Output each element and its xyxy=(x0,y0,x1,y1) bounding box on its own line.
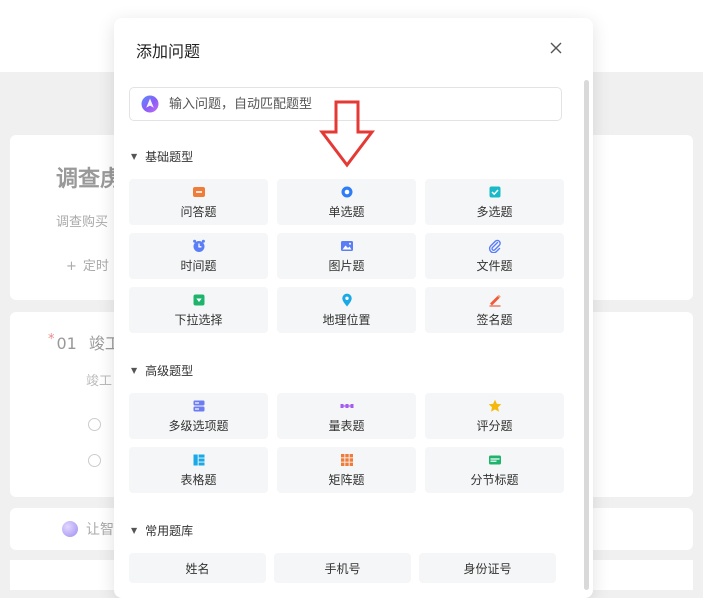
advanced-types-grid: 多级选项题 量表题 评分题 表格题 矩阵题 分节标题 xyxy=(129,393,564,493)
type-label: 多选题 xyxy=(476,204,513,219)
type-tile[interactable]: 单选题 xyxy=(277,179,416,225)
type-tile[interactable]: 多选题 xyxy=(425,179,564,225)
modal-title: 添加问题 xyxy=(136,42,201,61)
ai-logo-icon xyxy=(62,521,78,537)
caret-down-icon: ▼ xyxy=(131,526,138,535)
type-tile[interactable]: 时间题 xyxy=(129,233,268,279)
type-label: 量表题 xyxy=(328,418,365,433)
survey-title[interactable]: 调查虏 xyxy=(56,161,122,193)
checkbox-icon xyxy=(489,186,500,197)
ai-assist-text: 让智 xyxy=(86,522,114,538)
section-basic-toggle[interactable]: ▼ 基础题型 xyxy=(131,148,193,165)
basic-types-grid: 问答题 单选题 多选题 时间题 图片题 文件题 下拉选择 地理位置 签名题 xyxy=(129,179,564,333)
section-library-title: 常用题库 xyxy=(145,524,194,538)
question-heading: * 01 竣工 xyxy=(48,330,121,354)
paperclip-icon xyxy=(488,239,501,253)
type-label: 单选题 xyxy=(328,204,365,219)
type-label: 矩阵题 xyxy=(328,472,365,487)
qa-icon xyxy=(192,186,205,197)
scale-icon xyxy=(340,403,353,408)
radio-icon xyxy=(341,186,352,197)
type-label: 分节标题 xyxy=(470,472,519,487)
dropdown-icon xyxy=(193,294,204,305)
ai-assist: 让智 xyxy=(62,519,114,539)
type-label: 签名题 xyxy=(476,312,513,327)
type-label: 时间题 xyxy=(180,258,217,273)
type-tile[interactable]: 问答题 xyxy=(129,179,268,225)
table-icon xyxy=(193,454,204,465)
type-tile[interactable]: 分节标题 xyxy=(425,447,564,493)
type-tile[interactable]: 评分题 xyxy=(425,393,564,439)
type-tile[interactable]: 地理位置 xyxy=(277,287,416,333)
add-question-modal: 添加问题 ▼ 基础题型 问答题 xyxy=(114,18,593,598)
question-number: 01 xyxy=(56,334,77,353)
type-label: 图片题 xyxy=(328,258,365,273)
multilevel-icon xyxy=(193,400,204,411)
library-item[interactable]: 姓名 xyxy=(129,553,266,583)
section-icon xyxy=(488,455,501,464)
down-arrow-annotation-icon xyxy=(319,100,375,168)
type-tile[interactable]: 多级选项题 xyxy=(129,393,268,439)
type-label: 文件题 xyxy=(476,258,513,273)
type-tile[interactable]: 签名题 xyxy=(425,287,564,333)
radio-option[interactable] xyxy=(88,418,101,431)
caret-down-icon: ▼ xyxy=(131,152,138,161)
required-mark: * xyxy=(48,332,55,347)
type-label: 地理位置 xyxy=(322,312,371,327)
library-items: 姓名 手机号 身份证号 xyxy=(129,553,556,583)
star-icon xyxy=(488,399,501,412)
type-label: 表格题 xyxy=(180,472,217,487)
schedule-button[interactable]: + 定时 xyxy=(66,255,109,274)
modal-scrollbar[interactable] xyxy=(584,80,589,590)
library-item[interactable]: 身份证号 xyxy=(419,553,556,583)
type-label: 多级选项题 xyxy=(168,418,229,433)
type-tile[interactable]: 图片题 xyxy=(277,233,416,279)
location-pin-icon xyxy=(341,293,352,306)
section-advanced-title: 高级题型 xyxy=(145,364,194,378)
section-basic-title: 基础题型 xyxy=(145,150,194,164)
type-tile[interactable]: 矩阵题 xyxy=(277,447,416,493)
ai-logo-icon xyxy=(141,95,159,113)
survey-description[interactable]: 调查购买 xyxy=(56,211,108,230)
type-tile[interactable]: 表格题 xyxy=(129,447,268,493)
question-subtitle: 竣工 xyxy=(86,374,113,389)
clock-icon xyxy=(192,239,205,252)
type-tile[interactable]: 量表题 xyxy=(277,393,416,439)
caret-down-icon: ▼ xyxy=(131,366,138,375)
type-label: 问答题 xyxy=(180,204,217,219)
radio-option[interactable] xyxy=(88,454,101,467)
matrix-icon xyxy=(340,453,353,466)
image-icon xyxy=(340,240,353,251)
type-tile[interactable]: 文件题 xyxy=(425,233,564,279)
close-icon[interactable] xyxy=(548,40,564,56)
schedule-button-label: 定时 xyxy=(82,259,109,274)
type-tile[interactable]: 下拉选择 xyxy=(129,287,268,333)
plus-icon: + xyxy=(66,259,77,274)
section-library-toggle[interactable]: ▼ 常用题库 xyxy=(131,522,193,539)
type-label: 下拉选择 xyxy=(174,312,223,327)
library-item[interactable]: 手机号 xyxy=(274,553,411,583)
type-label: 评分题 xyxy=(476,418,513,433)
signature-icon xyxy=(489,294,501,307)
section-advanced-toggle[interactable]: ▼ 高级题型 xyxy=(131,362,193,379)
